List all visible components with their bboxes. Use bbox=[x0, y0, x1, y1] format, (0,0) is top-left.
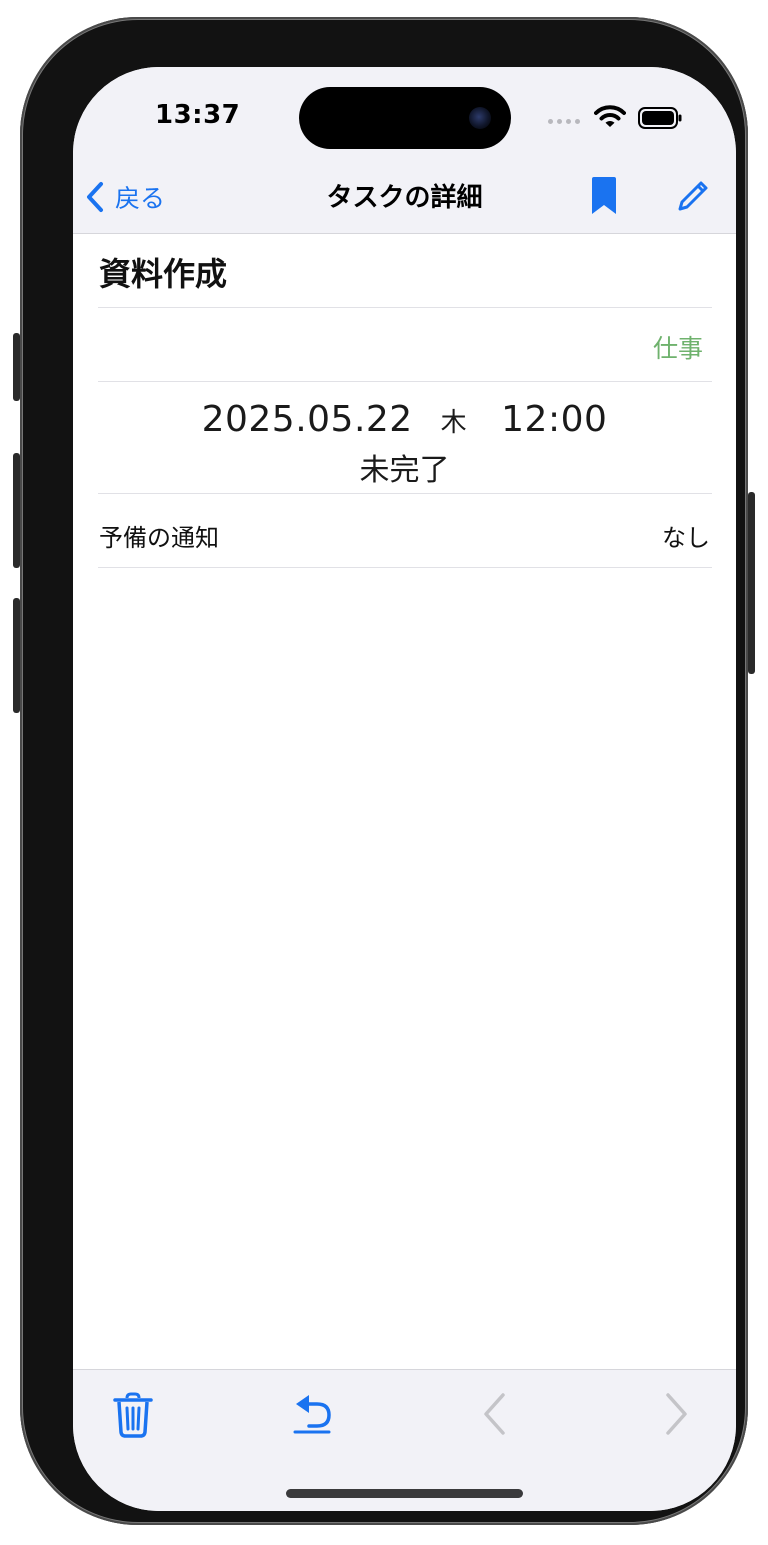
task-status: 未完了 bbox=[359, 453, 450, 488]
status-time: 13:37 bbox=[155, 100, 241, 130]
undo-icon[interactable] bbox=[293, 1392, 335, 1436]
chevron-right-icon[interactable] bbox=[662, 1392, 690, 1436]
edit-icon[interactable] bbox=[676, 179, 710, 213]
category-label: 仕事 bbox=[652, 334, 703, 363]
power-button bbox=[748, 492, 755, 674]
bottom-toolbar bbox=[73, 1369, 736, 1511]
divider bbox=[98, 381, 712, 382]
top-bar: 13:37 戻る タスクの詳細 bbox=[73, 67, 736, 234]
screen: 13:37 戻る タスクの詳細 資料作成 仕事 2025.05.22 木 12:… bbox=[73, 67, 736, 1511]
trash-icon[interactable] bbox=[113, 1392, 153, 1438]
page-title: タスクの詳細 bbox=[326, 183, 483, 213]
volume-down-button bbox=[13, 598, 20, 713]
cellular-signal-icon bbox=[548, 119, 580, 124]
action-button bbox=[13, 333, 20, 401]
backup-notification-value[interactable]: なし bbox=[662, 518, 710, 553]
volume-up-button bbox=[13, 453, 20, 568]
task-title: 資料作成 bbox=[99, 255, 228, 293]
battery-icon bbox=[638, 107, 682, 129]
divider bbox=[98, 567, 712, 568]
dynamic-island bbox=[299, 87, 511, 149]
task-time: 12:00 bbox=[501, 399, 608, 440]
task-datetime: 2025.05.22 木 12:00 bbox=[73, 399, 736, 440]
divider bbox=[98, 307, 712, 308]
home-indicator[interactable] bbox=[286, 1489, 523, 1498]
phone-frame: 13:37 戻る タスクの詳細 資料作成 仕事 2025.05.22 木 12:… bbox=[20, 17, 748, 1525]
wifi-icon bbox=[594, 105, 626, 127]
backup-notification-label: 予備の通知 bbox=[99, 524, 219, 552]
divider bbox=[98, 493, 712, 494]
camera-icon bbox=[469, 107, 491, 129]
chevron-left-icon[interactable] bbox=[481, 1392, 509, 1436]
bookmark-icon[interactable] bbox=[591, 177, 617, 215]
task-date: 2025.05.22 bbox=[201, 399, 413, 440]
task-weekday: 木 bbox=[440, 408, 468, 438]
